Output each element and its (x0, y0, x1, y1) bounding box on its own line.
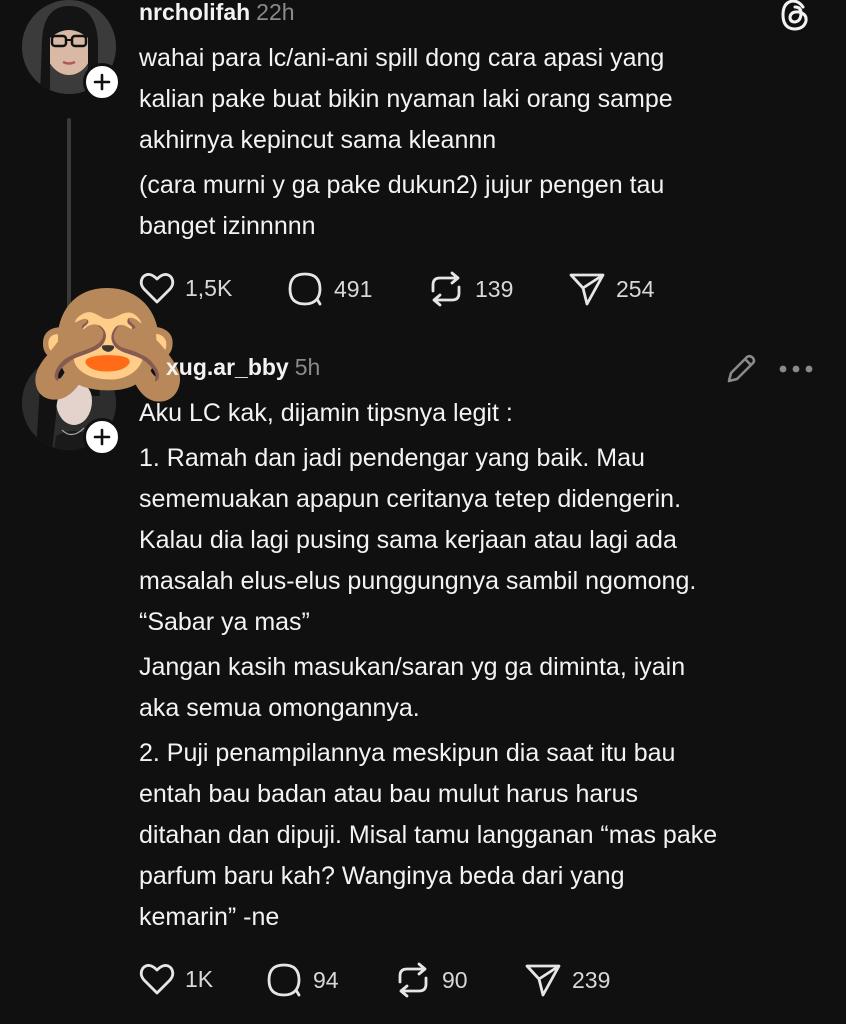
share-button[interactable]: 239 (524, 962, 610, 998)
plus-icon (93, 73, 111, 91)
reply-username[interactable]: xug.ar_bby (166, 354, 289, 380)
reply-button[interactable]: 491 (286, 271, 372, 307)
reply-author[interactable]: xug.ar_bby 5h (166, 354, 320, 381)
share-button[interactable]: 254 (568, 271, 654, 307)
reply-line: parfum baru kah? Wanginya beda dari yang (139, 862, 625, 890)
repost-count: 90 (442, 966, 468, 993)
reply-line: 1. Ramah dan jadi pendengar yang baik. M… (139, 444, 645, 472)
post-line: (cara murni y ga pake dukun2) jujur peng… (139, 171, 665, 199)
reply-count: 94 (313, 966, 339, 993)
more-dots-icon[interactable] (777, 362, 815, 380)
repost-button[interactable]: 90 (394, 962, 468, 998)
post-line: wahai para lc/ani-ani spill dong cara ap… (139, 44, 665, 72)
like-count: 1K (185, 965, 214, 992)
reply-line: 2. Puji penampilannya meskipun dia saat … (139, 739, 676, 767)
plus-icon (93, 428, 111, 446)
send-icon (569, 273, 605, 306)
repost-icon (431, 271, 461, 307)
reply-time: 5h (294, 354, 321, 380)
repost-button[interactable]: 139 (427, 271, 513, 307)
heart-icon (139, 964, 175, 995)
reply-button[interactable]: 94 (265, 962, 339, 998)
comment-icon (288, 272, 322, 306)
reply-line: entah bau badan atau bau mulut harus har… (139, 780, 638, 808)
reply-line: ditahan dan dipuji. Misal tamu langganan… (139, 821, 718, 849)
reply-count: 491 (334, 275, 373, 302)
post-line: kalian pake buat bikin nyaman laki orang… (139, 85, 673, 113)
reply-body: Aku LC kak, dijamin tipsnya legit : 1. R… (139, 393, 829, 938)
share-count: 239 (572, 966, 611, 993)
send-icon (525, 964, 561, 997)
repost-count: 139 (475, 275, 514, 302)
share-count: 254 (616, 275, 655, 302)
reply-line: Jangan kasih masukan/saran yg ga diminta… (139, 653, 686, 681)
post-username[interactable]: nrcholifah (139, 0, 250, 25)
comment-icon (267, 963, 301, 997)
like-count: 1,5K (185, 274, 233, 301)
reply-line: Aku LC kak, dijamin tipsnya legit : (139, 399, 513, 427)
like-button[interactable]: 1K (139, 962, 213, 996)
threads-logo-icon[interactable] (778, 0, 812, 37)
post-time: 22h (256, 0, 295, 25)
pencil-icon[interactable] (723, 351, 759, 392)
reply-line: masalah elus-elus punggungnya sambil ngo… (139, 567, 697, 595)
reply-line: sememuakan apapun ceritanya tetep dideng… (139, 485, 682, 513)
post-body: wahai para lc/ani-ani spill dong cara ap… (139, 38, 829, 247)
follow-plus-button[interactable] (83, 418, 121, 456)
follow-plus-button[interactable] (83, 63, 121, 101)
repost-icon (398, 962, 428, 998)
post-author[interactable]: nrcholifah 22h (139, 0, 295, 26)
reply-line: kemarin” -ne (139, 903, 280, 931)
reply-line: Kalau dia lagi pusing sama kerjaan atau … (139, 526, 677, 554)
post-line: akhirnya kepincut sama kleannn (139, 126, 497, 154)
reply-line: aka semua omongannya. (139, 694, 420, 722)
post-line: banget izinnnnn (139, 212, 316, 240)
reply-line: “Sabar ya mas” (139, 608, 310, 636)
